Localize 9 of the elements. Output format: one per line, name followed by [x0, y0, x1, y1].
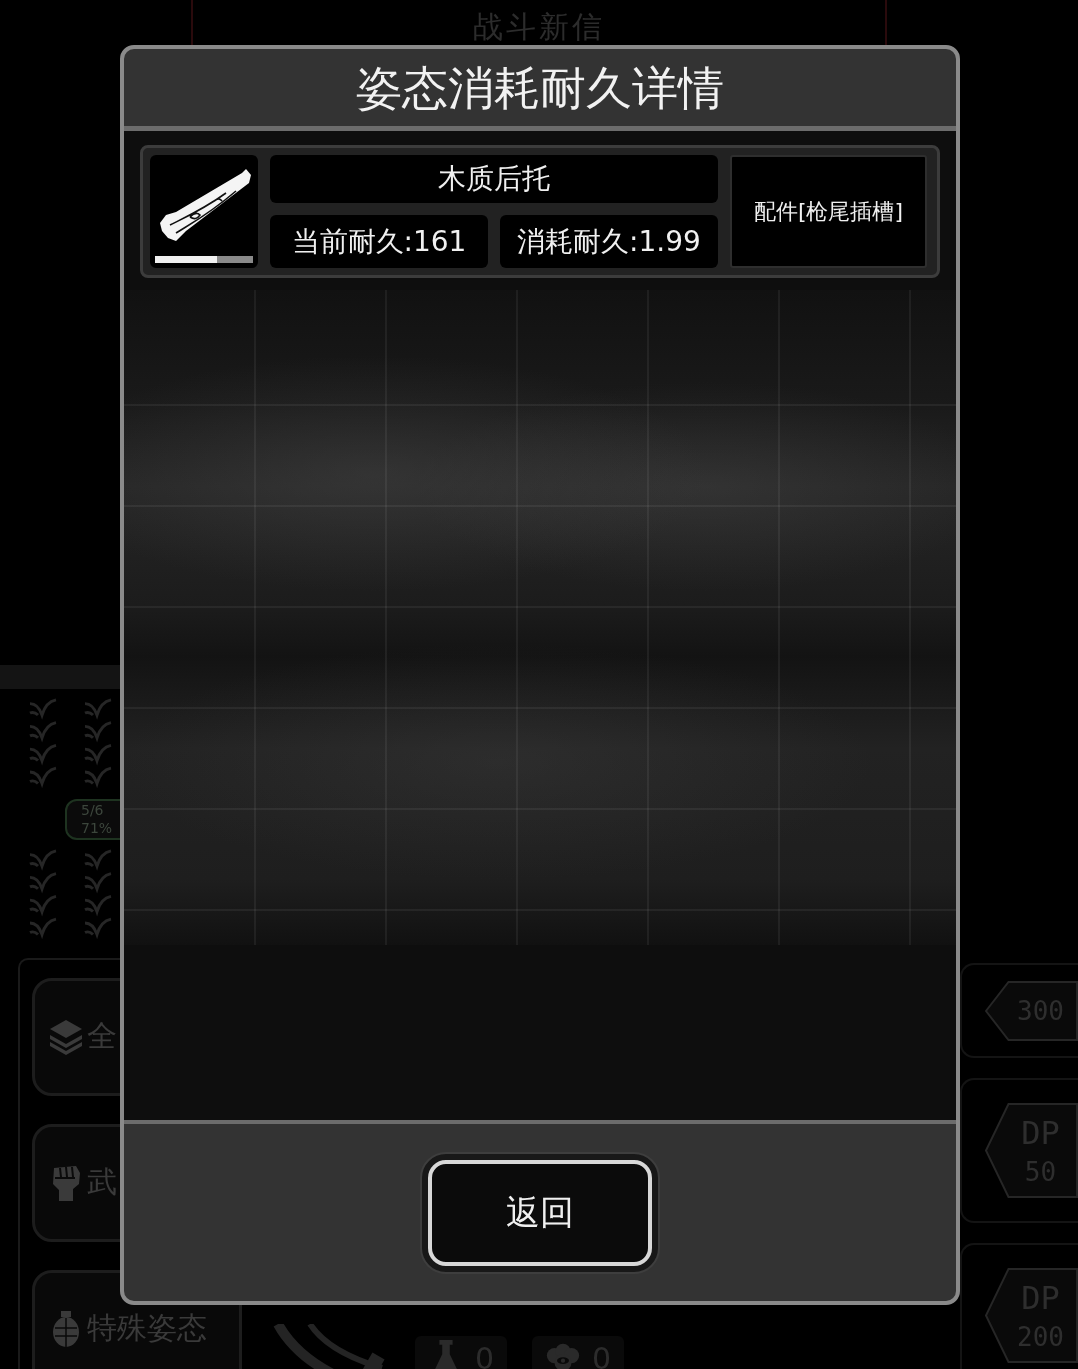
back-button[interactable]: 返回 — [428, 1159, 652, 1266]
item-name: 木质后托 — [270, 155, 718, 203]
layers-icon — [49, 1019, 83, 1055]
current-durability: 当前耐久:161 — [270, 215, 488, 268]
consumed-durability: 消耗耐久:1.99 — [500, 215, 718, 268]
slot-label: 配件[枪尾插槽] — [730, 155, 927, 268]
percent-text: 71% — [81, 819, 113, 838]
ratio-text: 5/6 — [81, 801, 104, 820]
dialog-title: 姿态消耗耐久详情 — [356, 60, 724, 115]
